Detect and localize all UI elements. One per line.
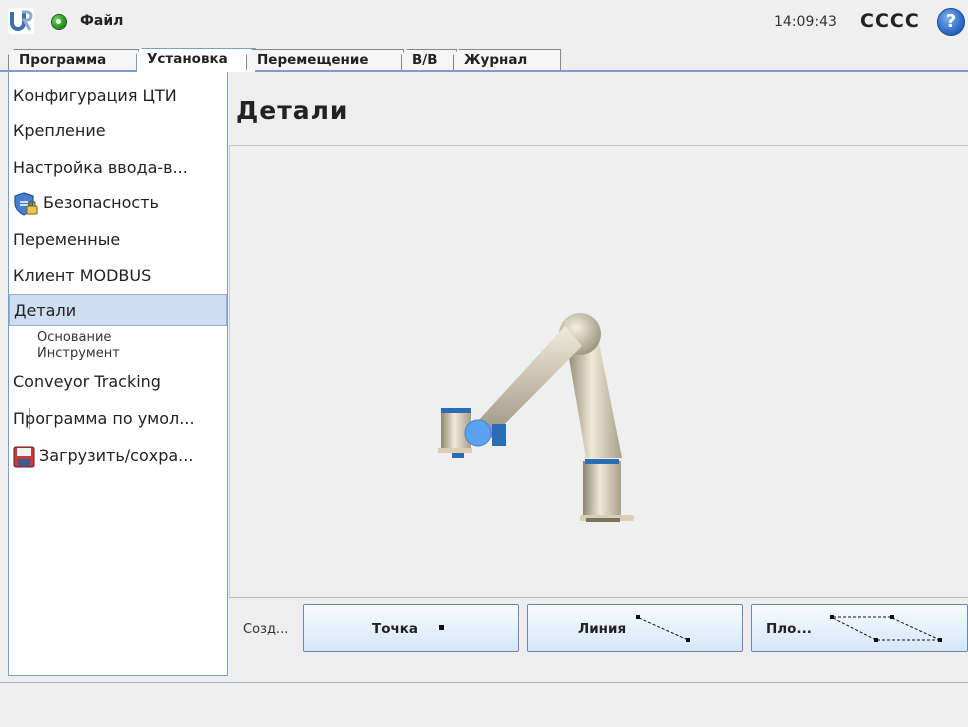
sidebar-item-modbus[interactable]: Клиент MODBUS <box>9 260 227 292</box>
shield-lock-icon <box>14 191 38 216</box>
sidebar-item-safety[interactable]: Безопасность <box>9 187 227 219</box>
sidebar-item-label: Conveyor Tracking <box>13 372 161 391</box>
tab-io[interactable]: В/В <box>401 49 457 70</box>
sidebar-item-io-setup[interactable]: Настройка ввода-в... <box>9 152 227 184</box>
sidebar-item-label: Загрузить/сохра... <box>39 446 194 465</box>
add-line-button[interactable]: Линия <box>527 604 743 652</box>
robot-arm-illustration <box>438 313 634 522</box>
sidebar-item-label: Настройка ввода-в... <box>13 158 188 177</box>
tab-log[interactable]: Журнал <box>453 49 561 70</box>
button-label: Точка <box>372 621 419 637</box>
line-icon <box>636 615 690 642</box>
button-label: Линия <box>578 621 627 637</box>
sidebar-item-features[interactable]: Детали <box>9 294 227 326</box>
page-title: Детали <box>236 96 349 125</box>
sidebar-item-mounting[interactable]: Крепление <box>9 115 227 147</box>
sidebar-item-default-program[interactable]: Программа по умол... <box>9 403 227 435</box>
top-bar: Файл 14:09:43 CCCC ? <box>0 0 968 46</box>
robot-3d-view[interactable] <box>229 145 968 598</box>
sidebar-item-load-save[interactable]: Загрузить/сохра... <box>9 440 227 472</box>
help-icon[interactable]: ? <box>937 8 965 36</box>
robot-status-icon <box>52 15 66 29</box>
sidebar-item-conveyor[interactable]: Conveyor Tracking <box>9 366 227 398</box>
plane-icon <box>830 615 942 642</box>
sidebar-item-label: Безопасность <box>43 193 159 212</box>
sub-item-tool[interactable]: Инструмент <box>37 346 120 361</box>
tab-installation[interactable]: Установка <box>136 48 256 72</box>
create-label: Созд... <box>243 622 289 637</box>
button-label: Пло... <box>766 621 812 637</box>
point-icon <box>439 625 444 630</box>
robot-name: CCCC <box>860 10 920 32</box>
floppy-disk-icon <box>13 446 35 467</box>
sidebar-item-label: Крепление <box>13 121 106 140</box>
sidebar-item-label: Детали <box>14 301 77 320</box>
tab-program[interactable]: Программа <box>8 49 139 70</box>
add-plane-button[interactable]: Пло... <box>751 604 968 652</box>
sidebar-item-label: Конфигурация ЦТИ <box>13 86 177 105</box>
sidebar-item-label: Программа по умол... <box>13 409 195 428</box>
installation-sidebar: Конфигурация ЦТИ Крепление Настройка вво… <box>8 72 228 676</box>
sidebar-item-variables[interactable]: Переменные <box>9 224 227 256</box>
tab-move[interactable]: Перемещение <box>246 49 404 70</box>
sidebar-item-label: Клиент MODBUS <box>13 266 152 285</box>
clock: 14:09:43 <box>774 14 837 30</box>
sidebar-item-tcp-config[interactable]: Конфигурация ЦТИ <box>9 80 227 112</box>
sub-item-base[interactable]: Основание <box>37 330 111 345</box>
file-menu[interactable]: Файл <box>80 13 123 29</box>
add-point-button[interactable]: Точка <box>303 604 519 652</box>
ur-logo-icon <box>8 8 34 34</box>
bottom-divider <box>0 682 968 683</box>
sidebar-item-label: Переменные <box>13 230 121 249</box>
